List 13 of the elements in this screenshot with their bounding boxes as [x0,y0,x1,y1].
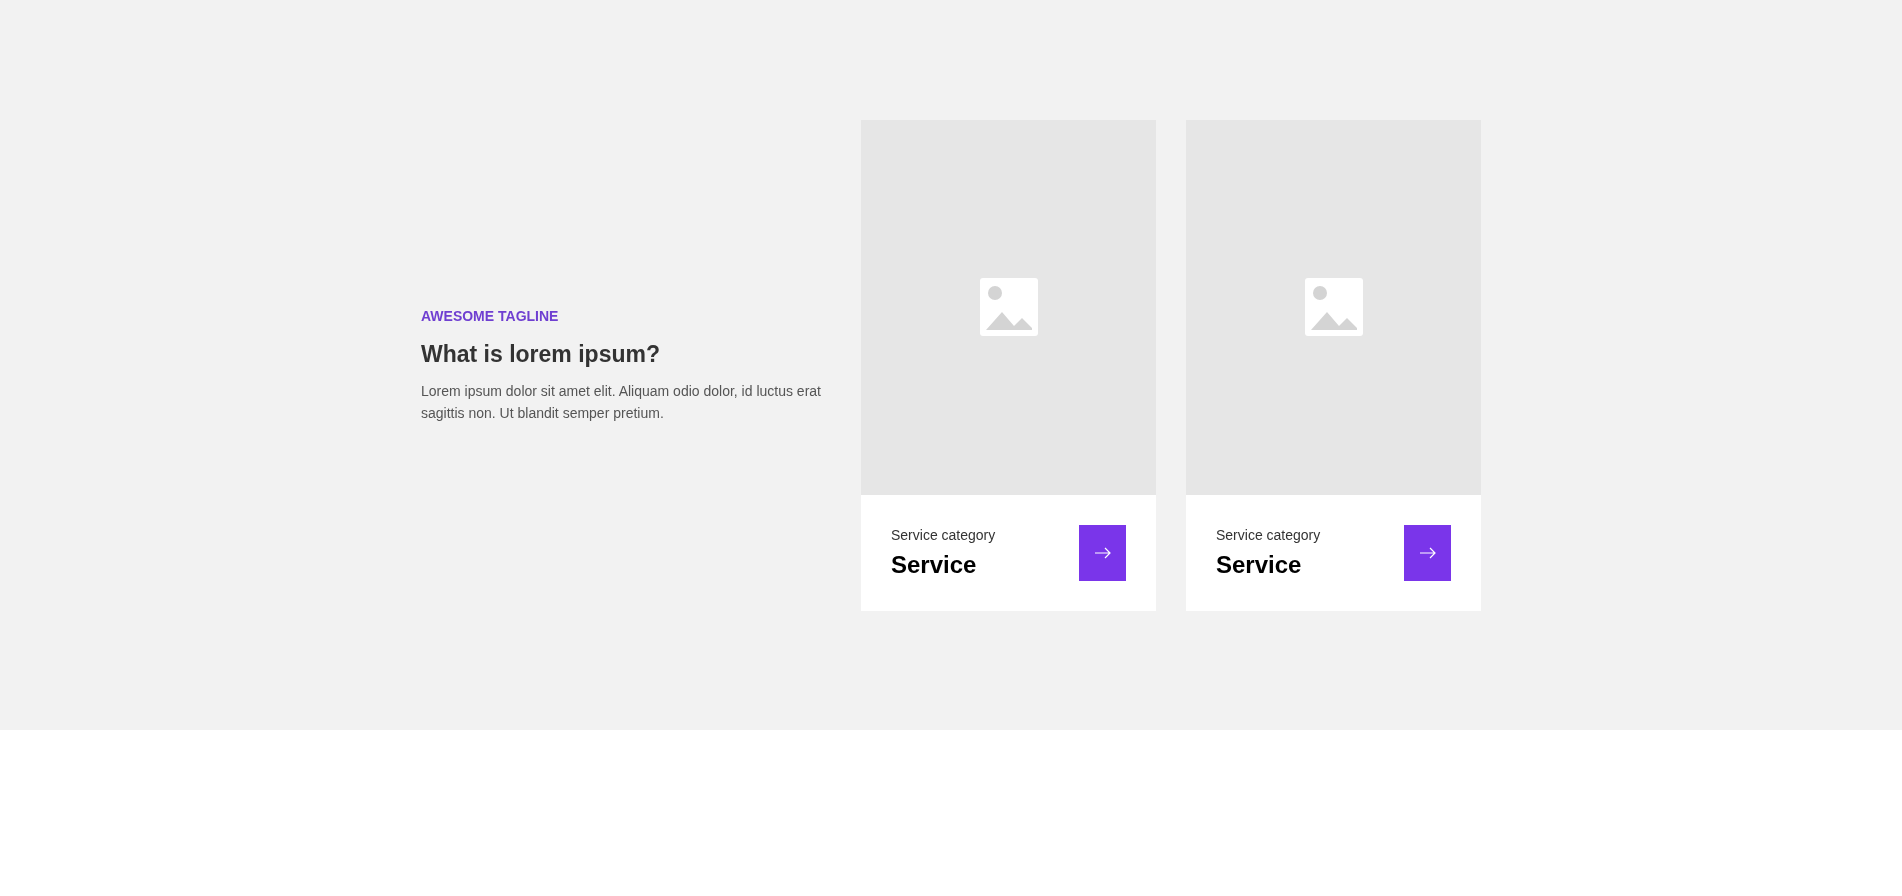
arrow-right-icon [1093,546,1112,559]
section-description: Lorem ipsum dolor sit amet elit. Aliquam odio dolor, id luctus erat sagittis non. Ut blandit semper pretium. [421,382,821,423]
service-title: Service [1216,549,1303,580]
arrow-button[interactable] [1404,524,1451,581]
service-category: Service category [1216,525,1321,545]
service-category: Service category [891,525,996,545]
section-heading: What is lorem ipsum? [421,340,661,369]
image-placeholder-icon [979,278,1038,336]
arrow-button[interactable] [1079,524,1126,581]
service-title: Service [891,549,978,580]
tagline: AWESOME TAGLINE [421,307,560,326]
arrow-right-icon [1418,546,1437,559]
image-placeholder-icon [1304,278,1363,336]
